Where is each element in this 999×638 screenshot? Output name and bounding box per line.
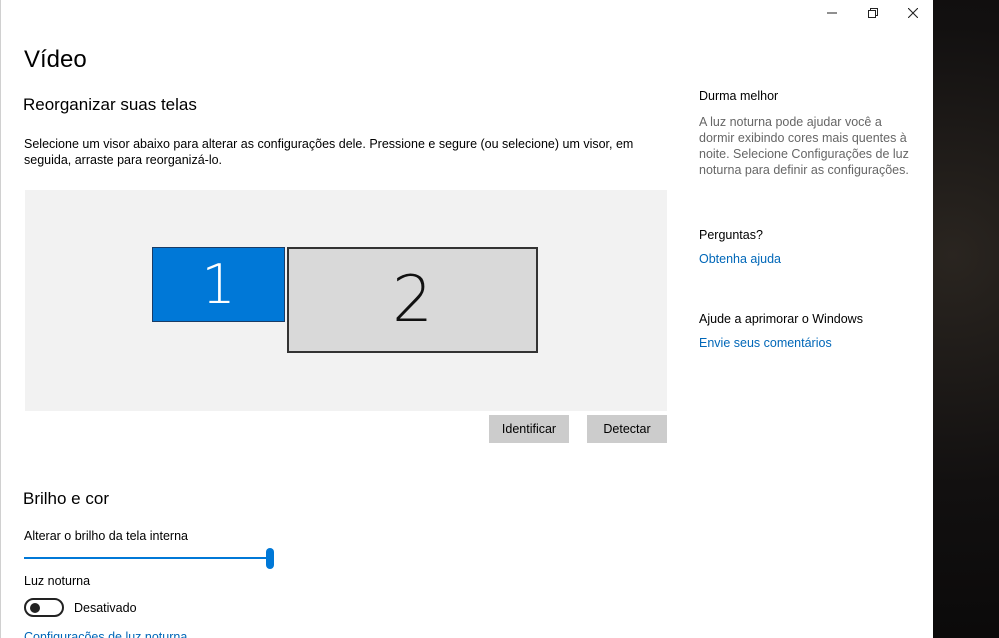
improve-windows-title: Ajude a aprimorar o Windows [699, 312, 863, 326]
desktop-background [933, 0, 999, 638]
feedback-link[interactable]: Envie seus comentários [699, 336, 919, 350]
arrange-section-title: Reorganizar suas telas [23, 95, 197, 114]
identify-button[interactable]: Identificar [489, 415, 569, 443]
close-icon [908, 8, 918, 18]
minimize-button[interactable] [811, 0, 853, 26]
night-light-state: Desativado [74, 601, 137, 615]
get-help-link[interactable]: Obtenha ajuda [699, 252, 919, 266]
brightness-slider-thumb[interactable] [266, 548, 274, 569]
restore-button[interactable] [852, 0, 894, 26]
sleep-better-title: Durma melhor [699, 89, 779, 103]
close-button[interactable] [892, 0, 933, 26]
brightness-slider-track[interactable] [24, 557, 270, 559]
night-light-label: Luz noturna [24, 574, 91, 588]
night-light-toggle[interactable] [24, 598, 64, 617]
toggle-knob [30, 603, 40, 613]
arrange-description: Selecione um visor abaixo para alterar a… [24, 137, 634, 167]
night-light-settings-link[interactable]: Configurações de luz noturna [24, 630, 187, 638]
page-title: Vídeo [24, 46, 87, 73]
brightness-section-title: Brilho e cor [23, 489, 109, 508]
settings-window: Vídeo Reorganizar suas telas Selecione u… [0, 0, 933, 638]
sleep-better-text: A luz noturna pode ajudar você a dormir … [699, 115, 909, 177]
monitor-1[interactable]: 1 [152, 247, 285, 322]
brightness-slider-label: Alterar o brilho da tela interna [24, 529, 188, 543]
display-arrangement-area[interactable]: 1 2 [25, 190, 667, 411]
monitor-1-label: 1 [201, 253, 236, 316]
minimize-icon [827, 12, 837, 14]
monitor-2[interactable]: 2 [287, 247, 538, 353]
restore-icon [868, 8, 878, 18]
monitor-2-label: 2 [392, 263, 433, 337]
questions-title: Perguntas? [699, 228, 763, 242]
detect-button[interactable]: Detectar [587, 415, 667, 443]
